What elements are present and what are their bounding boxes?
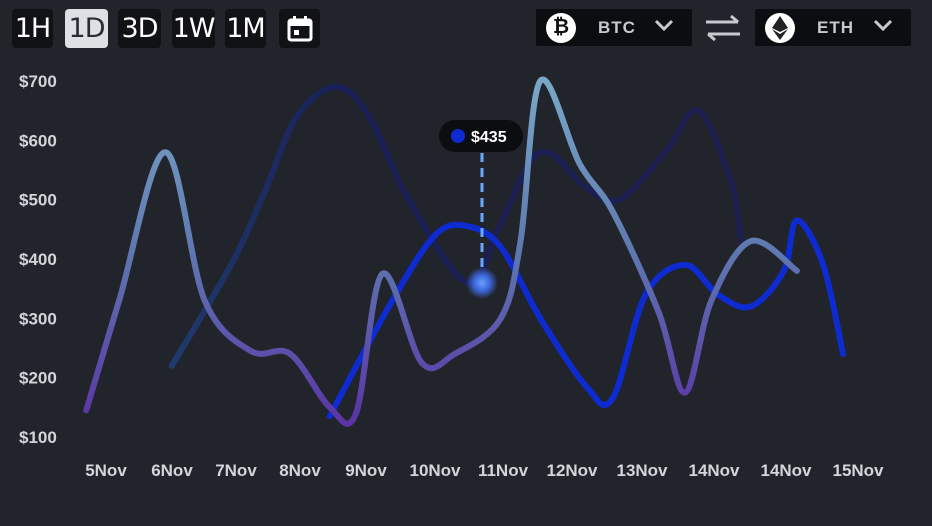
y-tick-label: $700 — [19, 72, 57, 91]
x-tick-label: 7Nov — [215, 461, 257, 480]
x-tick-label: 13Nov — [616, 461, 668, 480]
x-tick-label: 10Nov — [409, 461, 461, 480]
timeframe-1d-button[interactable]: 1D — [65, 9, 108, 48]
tooltip-series-dot — [451, 129, 465, 143]
x-tick-label: 12Nov — [546, 461, 598, 480]
x-tick-label: 6Nov — [151, 461, 193, 480]
x-tick-label: 11Nov — [478, 461, 529, 480]
y-tick-label: $500 — [19, 191, 57, 210]
timeframe-3d-button[interactable]: 3D — [118, 9, 161, 48]
timeframe-1w-button[interactable]: 1W — [172, 9, 215, 48]
y-tick-label: $200 — [19, 369, 57, 388]
x-tick-label: 14Nov — [760, 461, 812, 480]
hover-point[interactable] — [466, 267, 498, 299]
y-tick-label: $300 — [19, 309, 57, 328]
y-tick-label: $100 — [19, 428, 57, 447]
y-tick-label: $400 — [19, 250, 57, 269]
timeframe-1m-button[interactable]: 1M — [225, 9, 266, 48]
x-tick-label: 9Nov — [345, 461, 387, 480]
y-tick-label: $600 — [19, 131, 57, 150]
price-chart: $100 $200 $300 $400 $500 $600 $700 5Nov 6Nov 7No… — [19, 72, 884, 480]
timeframe-1h-button[interactable]: 1H — [12, 9, 53, 48]
x-tick-label: 8Nov — [279, 461, 321, 480]
x-tick-label: 5Nov — [85, 461, 127, 480]
tooltip-value: $435 — [471, 129, 507, 146]
x-tick-label: 14Nov — [688, 461, 740, 480]
x-tick-label: 15Nov — [832, 461, 884, 480]
